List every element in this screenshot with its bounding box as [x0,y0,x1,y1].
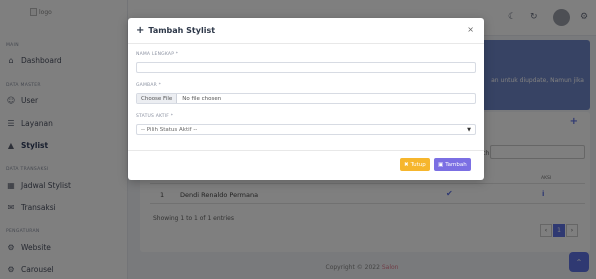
tambah-label: Tambah [445,161,467,168]
close-button[interactable]: × [467,25,474,34]
status-aktif-selected: -- Pilih Status Aktif -- [141,126,198,133]
gambar-file-input[interactable]: Choose File No file chosen [136,93,476,104]
file-status-text: No file chosen [182,95,222,102]
status-aktif-label: STATUS AKTIF * [136,114,174,119]
choose-file-button[interactable]: Choose File [137,94,178,103]
modal-footer-divider [128,150,484,151]
add-stylist-modal: + Tambah Stylist × NAMA LENGKAP * GAMBAR… [128,18,484,180]
gambar-label: GAMBAR * [136,83,162,88]
tutup-label: Tutup [410,161,426,168]
close-circle-icon: ✖ [404,161,409,168]
plus-icon: + [136,24,145,36]
modal-title-text: Tambah Stylist [148,26,216,35]
modal-header: + Tambah Stylist × [128,18,484,44]
status-aktif-select[interactable]: -- Pilih Status Aktif -- ▼ [136,124,476,135]
nama-lengkap-label: NAMA LENGKAP * [136,52,179,57]
tambah-button[interactable]: ▣ Tambah [434,158,471,171]
caret-down-icon: ▼ [467,127,471,133]
modal-title: + Tambah Stylist [136,24,216,36]
save-icon: ▣ [438,161,444,168]
tutup-button[interactable]: ✖ Tutup [400,158,430,171]
nama-lengkap-input[interactable] [136,62,476,73]
